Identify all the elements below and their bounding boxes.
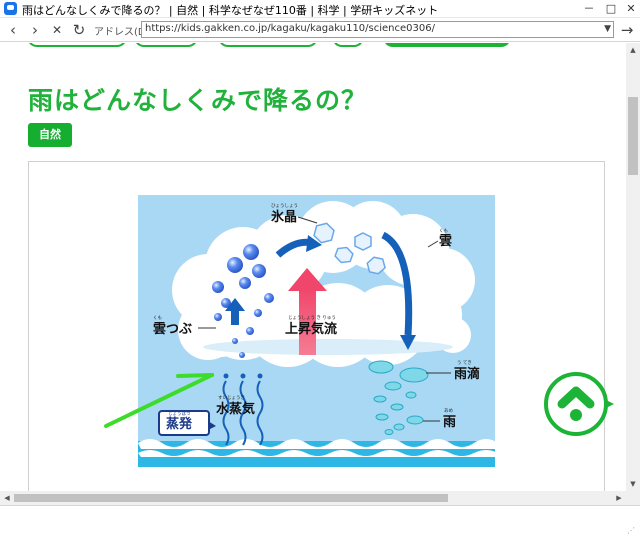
label-cloud-droplet: 雲つぶ (153, 321, 192, 337)
title-bar: 雨はどんなしくみで降るの？ | 自然 | 科学なぜなぜ110番 | 科学 | 学… (0, 0, 640, 18)
scroll-right-arrow-icon[interactable]: ▶ (612, 491, 626, 505)
status-bar: ⋰ (0, 505, 640, 539)
forward-button[interactable]: › (26, 21, 44, 39)
vertical-scroll-thumb[interactable] (628, 97, 638, 175)
close-window-button[interactable]: ✕ (623, 1, 639, 17)
site-nav-item[interactable] (27, 43, 127, 47)
site-nav-item[interactable] (218, 43, 318, 47)
ruby-updraft: じょうしょう き りゅう (288, 315, 336, 321)
horizontal-scrollbar[interactable]: ◀ ▶ (0, 491, 626, 505)
label-raindrop: 雨滴 (454, 366, 480, 382)
label-ice-crystal: 氷晶 (271, 209, 297, 225)
reload-button[interactable]: ↻ (70, 21, 88, 39)
scroll-down-arrow-icon[interactable]: ▼ (626, 477, 640, 491)
address-dropdown-icon[interactable]: ▼ (604, 22, 611, 37)
maximize-button[interactable]: □ (603, 1, 619, 17)
scroll-left-arrow-icon[interactable]: ◀ (0, 491, 14, 505)
scroll-up-arrow-icon[interactable]: ▲ (626, 43, 640, 57)
category-tag[interactable]: 自然 (28, 123, 72, 147)
resize-grip-icon[interactable]: ⋰ (627, 526, 637, 536)
scrollbar-corner (626, 491, 640, 505)
ruby-raindrop: う てき (457, 360, 472, 366)
site-nav-item[interactable] (332, 43, 364, 47)
ruby-vapor: すいじょうき (218, 394, 245, 401)
minimize-button[interactable]: － (581, 1, 597, 17)
vertical-scrollbar[interactable]: ▲ ▼ (626, 43, 640, 491)
label-rain: 雨 (443, 415, 456, 430)
go-button[interactable]: → (618, 21, 636, 39)
browser-app-icon (4, 2, 17, 15)
ruby-cloud: くも (439, 228, 448, 234)
site-nav-item-active[interactable] (383, 43, 511, 47)
navigation-bar: ‹ › ✕ ↻ アドレス(D) https://kids.gakken.co.j… (0, 18, 640, 42)
figure-container: 氷晶 雲 雲つぶ 上昇気流 雨滴 水蒸気 雨 蒸発 ひょうしょう くも くも じ… (28, 161, 605, 491)
green-pointer-line (104, 373, 214, 428)
site-nav-menu (0, 43, 626, 51)
ruby-cloud-droplet: くも (153, 315, 162, 321)
address-input[interactable]: https://kids.gakken.co.jp/kagaku/kagaku1… (141, 21, 614, 38)
ruby-rain: あめ (444, 408, 453, 414)
sea (138, 439, 495, 467)
label-vapor: 水蒸気 (216, 401, 255, 417)
back-button[interactable]: ‹ (4, 21, 22, 39)
window-title: 雨はどんなしくみで降るの？ | 自然 | 科学なぜなぜ110番 | 科学 | 学… (22, 4, 439, 17)
ruby-ice-crystal: ひょうしょう (271, 203, 298, 209)
page-viewport: 雨はどんなしくみで降るの？ 自然 氷晶 雲 雲つぶ 上昇気流 雨滴 水蒸気 雨 … (0, 43, 626, 491)
page-top-button[interactable] (542, 369, 614, 441)
page-title: 雨はどんなしくみで降るの？ (28, 86, 368, 115)
address-url: https://kids.gakken.co.jp/kagaku/kagaku1… (145, 23, 435, 34)
label-cloud: 雲 (439, 233, 452, 249)
horizontal-scroll-thumb[interactable] (14, 494, 448, 502)
label-updraft: 上昇気流 (285, 321, 337, 337)
stop-button[interactable]: ✕ (48, 21, 66, 39)
site-nav-item[interactable] (134, 43, 198, 47)
